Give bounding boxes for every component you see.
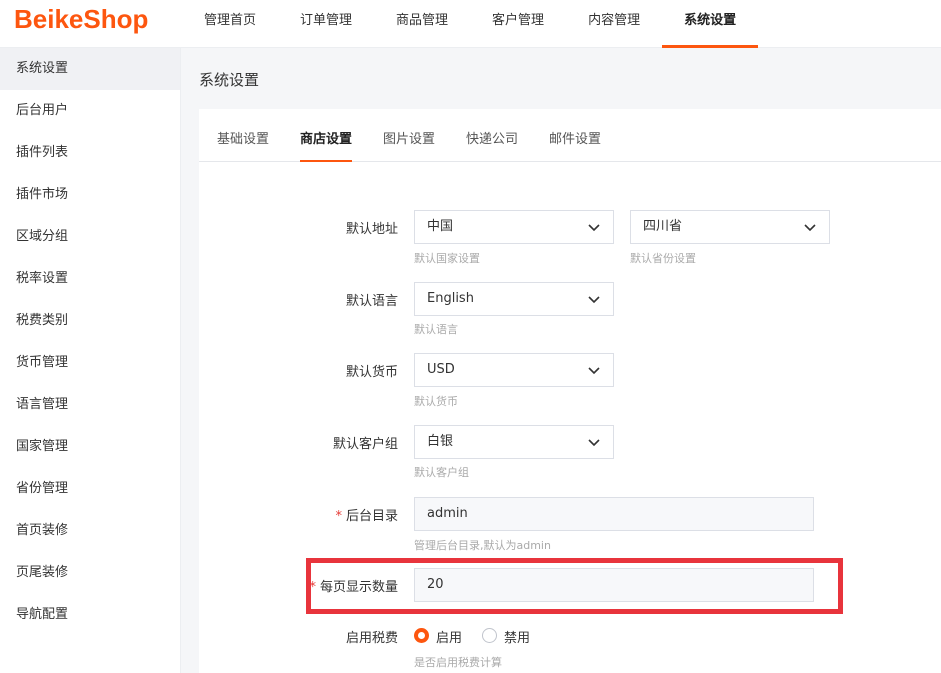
tax-enabled-help: 是否启用税费计算 [414,656,502,669]
currency-label: 默认货币 [345,365,398,380]
tab-mail[interactable]: 邮件设置 [549,128,601,162]
chevron-down-icon [588,296,600,304]
admin-dir-label-text: 后台目录 [345,509,398,524]
language-value: English [427,291,474,306]
sidebar-item-tax-rates[interactable]: 税率设置 [0,258,180,300]
nav-item-settings[interactable]: 系统设置 [662,0,759,48]
nav-item-orders[interactable]: 订单管理 [278,0,374,48]
sidebar-item-languages[interactable]: 语言管理 [0,384,180,426]
province-help: 默认省份设置 [630,252,696,265]
province-select[interactable]: 四川省 [630,210,830,244]
nav-item-content[interactable]: 内容管理 [566,0,662,48]
nav-item-dashboard[interactable]: 管理首页 [182,0,278,48]
sidebar-item-regions[interactable]: 区域分组 [0,216,180,258]
currency-value: USD [427,362,455,377]
sidebar-item-navigation[interactable]: 导航配置 [0,594,180,636]
sidebar-item-countries[interactable]: 国家管理 [0,426,180,468]
tax-enabled-radio-off[interactable] [482,628,497,643]
tax-enabled-off-label[interactable]: 禁用 [504,627,530,646]
tax-enabled-on-label[interactable]: 启用 [436,627,462,646]
sidebar-item-home-design[interactable]: 首页装修 [0,510,180,552]
tax-enabled-label: 启用税费 [345,631,398,646]
customer-group-label: 默认客户组 [332,437,398,452]
customer-group-help: 默认客户组 [414,466,469,479]
sidebar-item-currencies[interactable]: 货币管理 [0,342,180,384]
top-header: BeikeShop 管理首页 订单管理 商品管理 客户管理 内容管理 系统设置 [0,0,941,48]
address-label: 默认地址 [345,222,398,237]
page-title: 系统设置 [199,71,260,89]
settings-tabs: 基础设置 商店设置 图片设置 快递公司 邮件设置 [199,109,941,162]
chevron-down-icon [588,367,600,375]
language-label: 默认语言 [345,294,398,309]
sidebar: 系统设置 后台用户 插件列表 插件市场 区域分组 税率设置 税费类别 货币管理 … [0,48,181,673]
chevron-down-icon [588,224,600,232]
tab-store[interactable]: 商店设置 [300,128,353,162]
currency-select[interactable]: USD [414,353,614,387]
country-help: 默认国家设置 [414,252,480,265]
chevron-down-icon [804,224,816,232]
nav-item-products[interactable]: 商品管理 [374,0,470,48]
customer-group-select[interactable]: 白银 [414,425,614,459]
currency-help: 默认货币 [414,395,458,408]
country-value: 中国 [427,219,454,234]
tax-enabled-radio-on[interactable] [414,628,429,643]
province-value: 四川省 [643,219,683,234]
tab-basic[interactable]: 基础设置 [217,128,269,162]
country-select[interactable]: 中国 [414,210,614,244]
chevron-down-icon [588,439,600,447]
sidebar-item-tax-classes[interactable]: 税费类别 [0,300,180,342]
required-mark: * [335,509,342,524]
top-nav: 管理首页 订单管理 商品管理 客户管理 内容管理 系统设置 [182,0,759,48]
language-select[interactable]: English [414,282,614,316]
sidebar-item-plugins[interactable]: 插件列表 [0,132,180,174]
admin-dir-label: * 后台目录 [198,505,398,524]
nav-item-customers[interactable]: 客户管理 [470,0,566,48]
admin-dir-help: 管理后台目录,默认为admin [414,539,551,552]
sidebar-item-provinces[interactable]: 省份管理 [0,468,180,510]
tab-images[interactable]: 图片设置 [383,128,435,162]
sidebar-item-plugin-market[interactable]: 插件市场 [0,174,180,216]
sidebar-item-system-settings[interactable]: 系统设置 [0,48,180,90]
highlight-box [306,558,843,614]
sidebar-item-admin-users[interactable]: 后台用户 [0,90,180,132]
customer-group-value: 白银 [427,434,454,449]
language-help: 默认语言 [414,323,458,336]
brand-logo[interactable]: BeikeShop [14,4,148,35]
admin-dir-input[interactable]: admin [414,497,814,531]
sidebar-item-footer-design[interactable]: 页尾装修 [0,552,180,594]
tab-shipping[interactable]: 快递公司 [466,128,518,162]
